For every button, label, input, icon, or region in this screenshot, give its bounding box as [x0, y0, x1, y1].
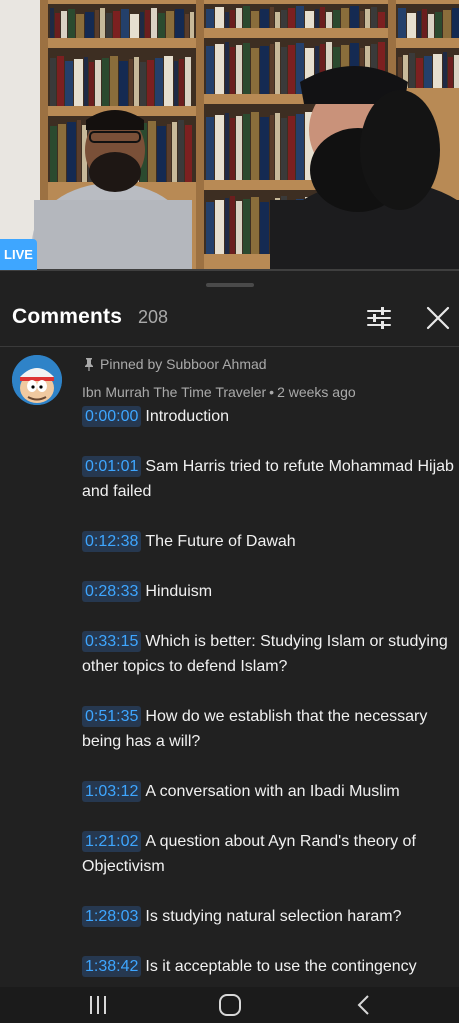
pinned-label: Pinned by Subboor Ahmad — [84, 356, 267, 372]
chapter-line: 0:28:33 Hinduism — [82, 579, 454, 604]
back-icon — [357, 995, 369, 1015]
chapter-title: Is it acceptable to use the contingency — [145, 958, 417, 975]
sort-filter-button[interactable] — [363, 303, 395, 333]
pinned-by-text: Pinned by Subboor Ahmad — [100, 356, 267, 372]
chapter-line: 1:28:03 Is studying natural selection har… — [82, 904, 454, 929]
comments-title: Comments — [12, 305, 123, 328]
comment-author[interactable]: Ibn Murrah The Time Traveler — [82, 384, 266, 400]
timestamp-link[interactable]: 1:21:02 — [82, 831, 142, 852]
timestamp-link[interactable]: 0:33:15 — [82, 631, 142, 652]
video-frame — [0, 0, 459, 271]
home-icon — [219, 994, 241, 1016]
chapter-line: 0:51:35 How do we establish that the nece… — [82, 704, 454, 754]
timestamp-link[interactable]: 1:28:03 — [82, 906, 142, 927]
close-icon — [426, 306, 450, 330]
timestamp-link[interactable]: 1:38:42 — [82, 956, 142, 977]
comment-meta: Ibn Murrah The Time Traveler • 2 weeks ago — [82, 384, 356, 400]
timestamp-link[interactable]: 0:01:01 — [82, 456, 142, 477]
timestamp-link[interactable]: 1:03:12 — [82, 781, 142, 802]
meta-separator: • — [269, 384, 275, 400]
comment-time-ago: 2 weeks ago — [277, 384, 356, 400]
sliders-icon — [367, 307, 391, 329]
chapter-title: A conversation with an Ibadi Muslim — [145, 783, 400, 800]
chapter-line: 1:03:12 A conversation with an Ibadi Musl… — [82, 779, 454, 804]
pin-icon — [85, 358, 93, 371]
recent-apps-icon — [90, 996, 106, 1014]
chapter-title: Is studying natural selection haram? — [145, 908, 402, 925]
chapter-line: 0:01:01 Sam Harris tried to refute Mohamm… — [82, 454, 454, 504]
avatar-cartoon-icon — [12, 355, 62, 405]
timestamp-link[interactable]: 0:12:38 — [82, 531, 142, 552]
close-button[interactable] — [423, 303, 453, 333]
chapter-line: 0:12:38 The Future of Dawah — [82, 529, 454, 554]
system-nav-bar — [0, 987, 459, 1023]
recent-apps-button[interactable] — [78, 991, 118, 1019]
chapter-title: Hinduism — [145, 583, 213, 600]
timestamp-link[interactable]: 0:00:00 — [82, 406, 142, 427]
timestamp-link[interactable]: 0:28:33 — [82, 581, 142, 602]
chapter-line: 1:38:42 Is it acceptable to use the conti… — [82, 954, 454, 978]
chapter-line: 1:21:02 A question about Ayn Rand's theor… — [82, 829, 454, 879]
home-button[interactable] — [210, 991, 250, 1019]
avatar[interactable] — [12, 355, 62, 405]
comments-panel: Comments 208 Pinned by Subboor Ahmad Ibn… — [0, 271, 459, 987]
live-badge: LIVE — [0, 239, 37, 270]
comment-body: 0:00:00 Introduction 0:01:01 Sam Harris tri… — [82, 404, 454, 978]
comments-header: Comments 208 — [0, 295, 459, 347]
chapter-title: The Future of Dawah — [145, 533, 296, 550]
comments-count: 208 — [138, 307, 169, 327]
drag-handle[interactable] — [206, 283, 254, 287]
chapter-line: 0:00:00 Introduction — [82, 404, 454, 429]
back-button[interactable] — [344, 991, 384, 1019]
timestamp-link[interactable]: 0:51:35 — [82, 706, 142, 727]
chapter-title: Introduction — [145, 408, 229, 425]
video-player[interactable]: LIVE — [0, 0, 459, 271]
chapter-line: 0:33:15 Which is better: Studying Islam o… — [82, 629, 454, 679]
